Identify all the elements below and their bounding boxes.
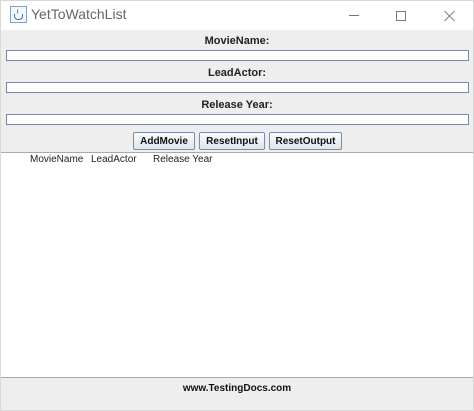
close-icon: [444, 10, 456, 22]
column-header-lead-actor: LeadActor: [91, 154, 137, 165]
maximize-button[interactable]: [378, 1, 424, 30]
lead-actor-label: LeadActor:: [207, 67, 267, 79]
minimize-button[interactable]: [331, 1, 377, 30]
reset-input-button[interactable]: ResetInput: [199, 132, 265, 150]
footer-text: www.TestingDocs.com: [182, 383, 292, 394]
maximize-icon: [396, 10, 406, 21]
column-header-movie-name: MovieName: [30, 154, 84, 165]
column-header-release-year: Release Year: [153, 154, 213, 165]
window-title: YetToWatchList: [31, 6, 127, 22]
release-year-field[interactable]: [6, 114, 469, 125]
lead-actor-field[interactable]: [6, 82, 469, 93]
app-window: YetToWatchList MovieName: LeadActor: Rel…: [0, 0, 474, 411]
reset-output-button[interactable]: ResetOutput: [269, 132, 342, 150]
java-app-icon: [10, 6, 27, 23]
minimize-icon: [349, 15, 359, 16]
title-bar[interactable]: YetToWatchList: [1, 1, 473, 30]
movie-name-label: MovieName:: [204, 35, 270, 47]
close-button[interactable]: [427, 1, 473, 30]
release-year-label: Release Year:: [201, 99, 273, 111]
output-area[interactable]: [1, 153, 473, 377]
movie-name-field[interactable]: [6, 50, 469, 61]
add-movie-button[interactable]: AddMovie: [133, 132, 195, 150]
